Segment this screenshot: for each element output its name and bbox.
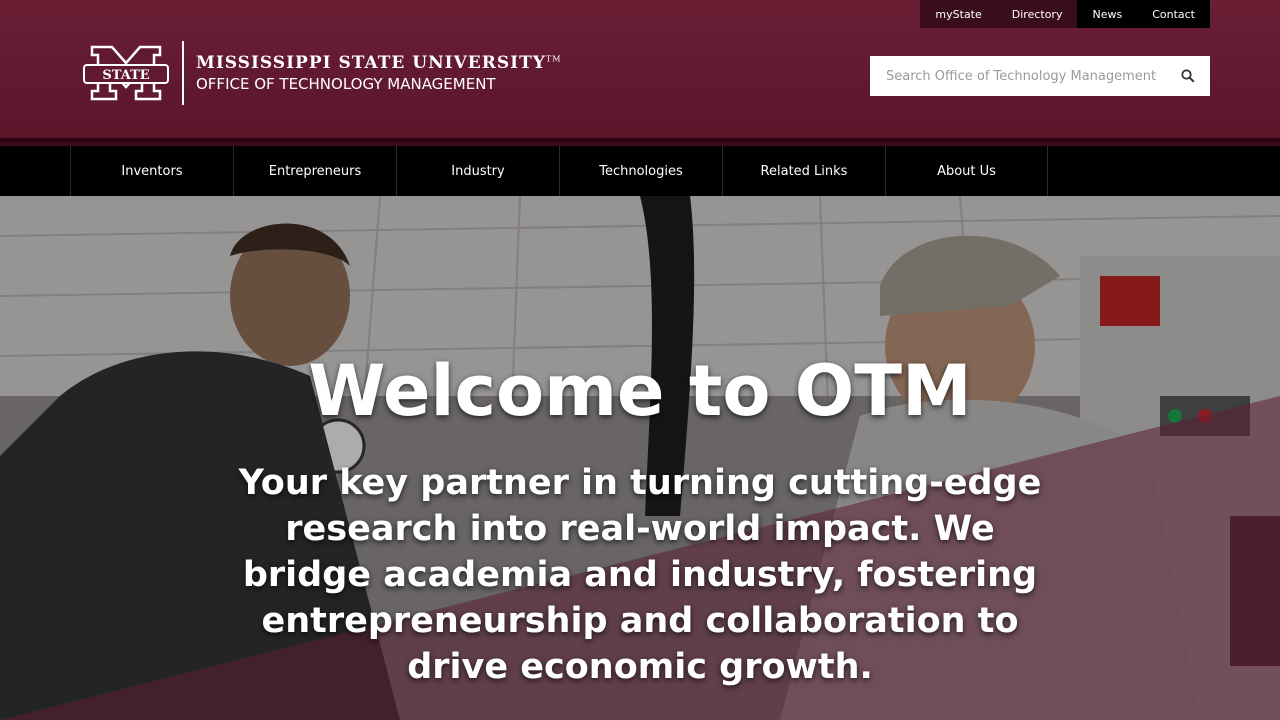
search-input[interactable] (870, 56, 1166, 96)
logo-office-name: OFFICE OF TECHNOLOGY MANAGEMENT (196, 75, 496, 93)
nav-item-related-links[interactable]: Related Links (722, 146, 885, 196)
site-logo[interactable]: STATE MISSISSIPPI STATE UNIVERSITYTM OFF… (82, 41, 561, 105)
logo-text: MISSISSIPPI STATE UNIVERSITYTM OFFICE OF… (196, 53, 561, 93)
search-box (870, 56, 1210, 96)
logo-badge-text: STATE (102, 68, 149, 83)
nav-item-entrepreneurs[interactable]: Entrepreneurs (233, 146, 396, 196)
msu-m-logo-icon: STATE (82, 43, 170, 103)
utility-link-contact[interactable]: Contact (1137, 0, 1210, 28)
trademark-symbol: TM (545, 54, 562, 64)
utility-link-directory[interactable]: Directory (996, 0, 1078, 28)
search-button[interactable] (1166, 56, 1210, 96)
hero-banner: Welcome to OTM Your key partner in turni… (0, 196, 1280, 720)
hero-subtitle: Your key partner in turning cutting-edge… (238, 463, 1042, 687)
nav-item-industry[interactable]: Industry (396, 146, 559, 196)
utility-link-mystate[interactable]: myState (920, 0, 997, 28)
hero-title: Welcome to OTM (308, 350, 972, 432)
hero-content: Welcome to OTM Your key partner in turni… (0, 346, 1280, 690)
utility-nav: myState Directory News Contact (920, 0, 1210, 28)
logo-university-name: MISSISSIPPI STATE UNIVERSITYTM (196, 53, 562, 73)
main-nav: Inventors Entrepreneurs Industry Technol… (0, 146, 1280, 196)
logo-divider (182, 41, 184, 105)
nav-item-technologies[interactable]: Technologies (559, 146, 722, 196)
nav-item-inventors[interactable]: Inventors (70, 146, 233, 196)
search-icon (1181, 69, 1195, 83)
utility-link-news[interactable]: News (1077, 0, 1138, 28)
nav-item-about-us[interactable]: About Us (885, 146, 1048, 196)
site-header: myState Directory News Contact STATE MIS… (0, 0, 1280, 146)
